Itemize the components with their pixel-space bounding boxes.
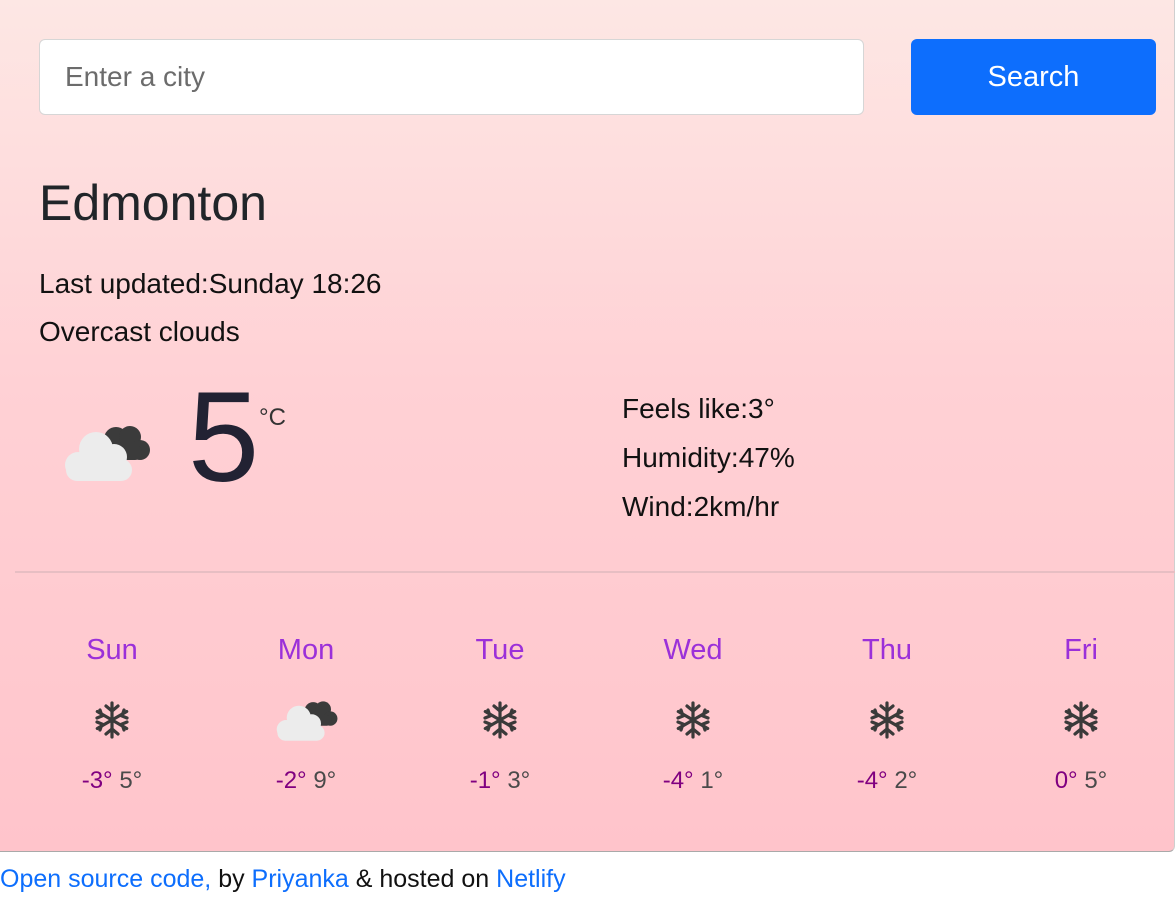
search-button[interactable]: Search [911,39,1156,115]
forecast-temps: -4° 2° [807,766,967,796]
forecast-day: Thu -4° 2° [807,630,967,796]
last-updated: Last updated:Sunday 18:26 [39,268,382,299]
forecast-temps: -3° 5° [32,766,192,796]
forecast-temps: -2° 9° [226,766,386,796]
forecast-max: 2° [894,767,918,794]
forecast-max: 3° [507,767,531,794]
forecast-day-name: Mon [277,634,335,666]
divider [15,571,1175,573]
forecast-day-name: Sun [86,634,138,666]
forecast-day-name: Wed [663,634,723,666]
wind: Wind:2km/hr [622,491,780,522]
forecast-min: -1° [469,767,501,794]
forecast-max: 5° [119,767,143,794]
snow-icon [1001,690,1161,750]
current-temperature: 5 [188,366,260,509]
city-search-input[interactable] [39,39,864,115]
forecast-temps: -1° 3° [420,766,580,796]
forecast-max: 9° [313,767,337,794]
snow-icon [613,690,773,750]
forecast-day: Wed -4° 1° [613,630,773,796]
forecast-day-name: Thu [862,634,912,666]
city-name: Edmonton [39,175,267,231]
weather-description: Overcast clouds [39,316,240,347]
snow-icon [807,690,967,750]
netlify-link[interactable]: Netlify [496,865,565,893]
forecast-day-name: Fri [1064,634,1098,666]
forecast-min: -4° [856,767,888,794]
forecast-day: Sun -3° 5° [32,630,192,796]
forecast-temps: 0° 5° [1001,766,1161,796]
humidity: Humidity:47% [622,442,795,473]
overcast-clouds-icon [65,426,150,481]
snow-icon [420,690,580,750]
forecast-min: -2° [275,767,307,794]
footer-by-text: by [211,865,252,893]
footer: Open source code, by Priyanka & hosted o… [0,865,566,894]
author-link[interactable]: Priyanka [252,865,349,893]
forecast-max: 1° [700,767,724,794]
forecast-min: 0° [1054,767,1078,794]
forecast-day: Fri 0° 5° [1001,630,1161,796]
source-code-link[interactable]: Open source code, [0,865,211,893]
overcast-clouds-icon [226,690,386,750]
forecast-day: Mon -2° 9° [226,630,386,796]
temperature-unit: °C [259,404,286,431]
forecast-day-name: Tue [475,634,525,666]
forecast-min: -4° [662,767,694,794]
forecast-temps: -4° 1° [613,766,773,796]
footer-hosted-text: & hosted on [348,865,497,893]
forecast-min: -3° [81,767,113,794]
snow-icon [32,690,192,750]
forecast-max: 5° [1084,767,1108,794]
forecast-day: Tue -1° 3° [420,630,580,796]
weather-app: Search Edmonton Last updated:Sunday 18:2… [0,0,1175,852]
feels-like: Feels like:3° [622,393,775,424]
